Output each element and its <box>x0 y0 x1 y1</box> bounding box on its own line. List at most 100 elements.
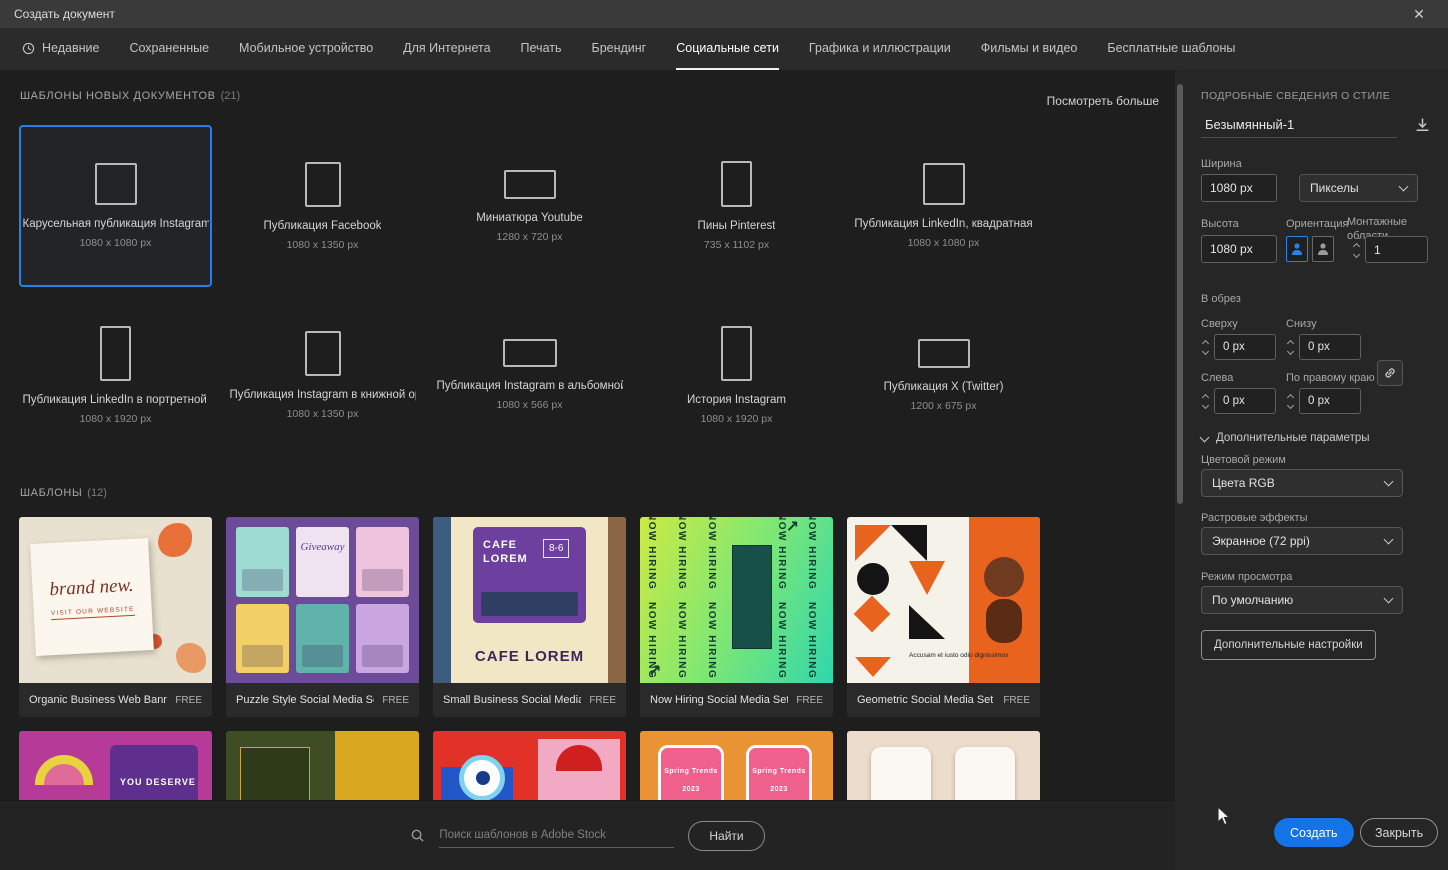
chevron-down-icon <box>1383 593 1394 603</box>
bleed-top-group <box>1199 334 1276 360</box>
document-name-input[interactable] <box>1201 112 1397 138</box>
bleed-top-input[interactable] <box>1214 334 1276 360</box>
bleed-bottom-group <box>1284 334 1361 360</box>
doc-shape <box>503 169 556 199</box>
stepper-down-icon[interactable] <box>1286 347 1295 355</box>
window-close-button[interactable]: ✕ <box>1404 0 1434 28</box>
create-button[interactable]: Создать <box>1274 818 1354 847</box>
free-badge: FREE <box>175 694 202 706</box>
landscape-person-icon <box>1318 243 1328 255</box>
photo-strip <box>481 592 578 616</box>
advanced-options-toggle[interactable]: Дополнительные параметры <box>1199 432 1370 444</box>
orientation-landscape-button[interactable] <box>1312 236 1334 262</box>
search-input[interactable] <box>439 823 675 848</box>
bleed-top-stepper[interactable] <box>1199 334 1212 360</box>
preset-linkedin-portrait[interactable]: Публикация LinkedIn в портретной о... 10… <box>19 300 212 450</box>
tab-social-media[interactable]: Социальные сети <box>676 28 779 70</box>
bleed-right-input[interactable] <box>1299 388 1361 414</box>
template-label-bar: Geometric Social Media Set FREE <box>847 683 1040 717</box>
preset-instagram-story[interactable]: История Instagram 1080 x 1920 px <box>640 300 833 450</box>
stepper-down-icon[interactable] <box>1286 401 1295 409</box>
raster-effects-select[interactable]: Экранное (72 ppi) <box>1201 527 1403 555</box>
width-input[interactable] <box>1201 174 1277 202</box>
chevron-down-icon <box>1398 181 1409 191</box>
style-details-panel: ПОДРОБНЫЕ СВЕДЕНИЯ О СТИЛЕ Ширина Пиксел… <box>1185 70 1448 870</box>
preset-instagram-landscape[interactable]: Публикация Instagram в альбомной о... 10… <box>433 300 626 450</box>
bleed-bottom-input[interactable] <box>1299 334 1361 360</box>
preview-mode-label: Режим просмотра <box>1201 571 1293 583</box>
template-thumbnail: CAFE LOREM8-6 CAFE LOREM <box>433 517 626 683</box>
arrow-glyph: ↗ <box>648 663 662 680</box>
height-input[interactable] <box>1201 235 1277 263</box>
artboards-stepper[interactable] <box>1350 237 1363 263</box>
window-title: Создать документ <box>14 7 115 21</box>
tab-print[interactable]: Печать <box>521 28 562 70</box>
stepper-up-icon[interactable] <box>1201 393 1210 401</box>
stepper-down-icon[interactable] <box>1352 250 1361 258</box>
template-card-organic[interactable]: brand new. visit our website Organic Bus… <box>19 517 212 717</box>
search-button[interactable]: Найти <box>688 820 765 851</box>
template-thumbnail: Giveaway <box>226 517 419 683</box>
tab-saved[interactable]: Сохраненные <box>129 28 209 70</box>
stepper-down-icon[interactable] <box>1201 401 1210 409</box>
doc-shape <box>922 163 965 205</box>
tab-free-templates[interactable]: Бесплатные шаблоны <box>1107 28 1235 70</box>
free-badge: FREE <box>796 694 823 706</box>
bleed-left-input[interactable] <box>1214 388 1276 414</box>
save-preset-button[interactable] <box>1409 112 1435 138</box>
bleed-label: В обрез <box>1201 293 1241 305</box>
preset-pinterest-pins[interactable]: Пины Pinterest 735 x 1102 px <box>640 125 833 287</box>
panel-title: ПОДРОБНЫЕ СВЕДЕНИЯ О СТИЛЕ <box>1201 90 1391 102</box>
bleed-left-stepper[interactable] <box>1199 388 1212 414</box>
bleed-bottom-stepper[interactable] <box>1284 334 1297 360</box>
clock-icon <box>22 42 35 54</box>
stepper-up-icon[interactable] <box>1201 339 1210 347</box>
preset-youtube-thumbnail[interactable]: Миниатюра Youtube 1280 x 720 px <box>433 125 626 287</box>
preset-instagram-carousel[interactable]: Карусельная публикация Instagram 1080 x … <box>19 125 212 287</box>
color-mode-value: Цвета RGB <box>1212 476 1275 490</box>
see-more-link[interactable]: Посмотреть больше <box>1047 94 1159 108</box>
main-content: ШАБЛОНЫ НОВЫХ ДОКУМЕНТОВ (21) Посмотреть … <box>0 70 1175 870</box>
tab-graphics-illustrations[interactable]: Графика и иллюстрации <box>809 28 951 70</box>
template-card-cafe[interactable]: CAFE LOREM8-6 CAFE LOREM Small Business … <box>433 517 626 717</box>
bleed-left-group <box>1199 388 1276 414</box>
scrollbar-thumb[interactable] <box>1177 84 1183 504</box>
tab-film-video[interactable]: Фильмы и видео <box>981 28 1078 70</box>
content-scrollbar[interactable] <box>1175 70 1185 870</box>
template-label-bar: Puzzle Style Social Media Set FREE <box>226 683 419 717</box>
template-thumbnail: NOW HIRINGNOW HIRING NOW HIRINGNOW HIRIN… <box>640 517 833 683</box>
doc-shape <box>94 163 137 205</box>
preset-linkedin-square[interactable]: Публикация LinkedIn, квадратная 1080 x 1… <box>847 125 1040 287</box>
stepper-up-icon[interactable] <box>1286 339 1295 347</box>
template-thumbnail: brand new. visit our website <box>19 517 212 683</box>
link-icon <box>1385 368 1395 378</box>
tab-recent[interactable]: Недавние <box>22 28 99 70</box>
color-mode-select[interactable]: Цвета RGB <box>1201 469 1403 497</box>
color-mode-label: Цветовой режим <box>1201 454 1286 466</box>
units-select[interactable]: Пикселы <box>1299 174 1418 202</box>
photo-block <box>732 545 772 649</box>
bleed-link-button[interactable] <box>1377 360 1403 386</box>
bleed-right-stepper[interactable] <box>1284 388 1297 414</box>
stepper-up-icon[interactable] <box>1352 242 1361 250</box>
preview-mode-select[interactable]: По умолчанию <box>1201 586 1403 614</box>
tab-web[interactable]: Для Интернета <box>403 28 490 70</box>
preset-facebook-post[interactable]: Публикация Facebook 1080 x 1350 px <box>226 125 419 287</box>
presets-count: (21) <box>220 90 241 102</box>
stepper-up-icon[interactable] <box>1286 393 1295 401</box>
close-button[interactable]: Закрыть <box>1360 818 1439 847</box>
chevron-down-icon <box>1199 432 1210 442</box>
tab-mobile[interactable]: Мобильное устройство <box>239 28 373 70</box>
more-settings-button[interactable]: Дополнительные настройки <box>1201 630 1376 660</box>
preset-x-twitter[interactable]: Публикация X (Twitter) 1200 x 675 px <box>847 300 1040 450</box>
template-card-puzzle[interactable]: Giveaway Puzzle Style Social Media Set F… <box>226 517 419 717</box>
template-card-geometric[interactable]: Accusam et iusto odio dignissimos Geomet… <box>847 517 1040 717</box>
artboards-input[interactable] <box>1365 236 1428 263</box>
stepper-down-icon[interactable] <box>1201 347 1210 355</box>
chevron-down-icon <box>1383 534 1394 544</box>
preset-instagram-portrait[interactable]: Публикация Instagram в книжной ор... 108… <box>226 300 419 450</box>
flower-shape <box>176 643 206 673</box>
template-card-now-hiring[interactable]: NOW HIRINGNOW HIRING NOW HIRINGNOW HIRIN… <box>640 517 833 717</box>
orientation-portrait-button[interactable] <box>1286 236 1308 262</box>
tab-branding[interactable]: Брендинг <box>591 28 646 70</box>
